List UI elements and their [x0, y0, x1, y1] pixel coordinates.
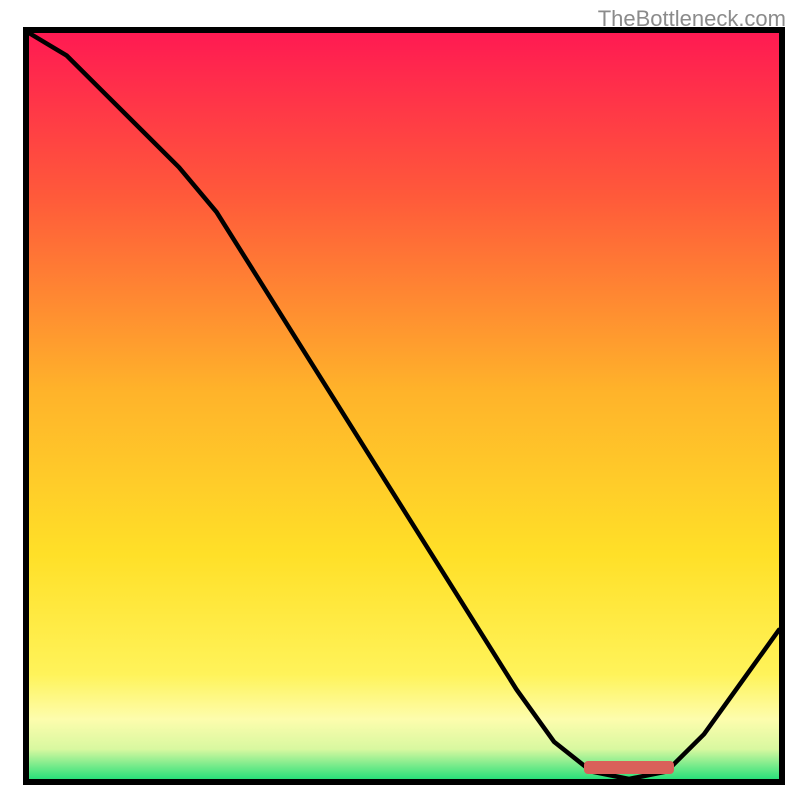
bottleneck-chart: [0, 0, 800, 800]
plot-background-gradient: [29, 33, 779, 779]
optimal-range-marker: [584, 761, 674, 774]
